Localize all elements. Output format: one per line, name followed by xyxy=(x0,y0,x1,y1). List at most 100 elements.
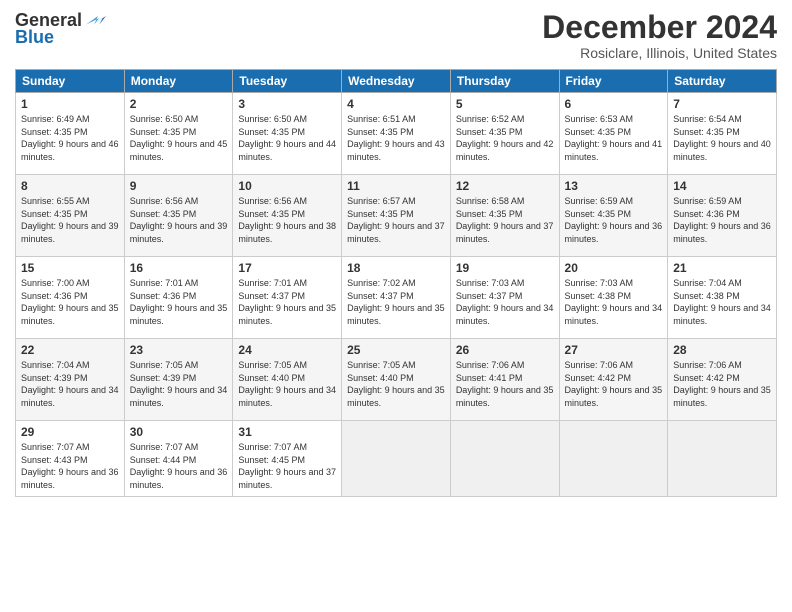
day-number: 16 xyxy=(130,261,228,275)
day-info: Sunrise: 7:03 AM Sunset: 4:38 PM Dayligh… xyxy=(565,277,663,327)
day-number: 24 xyxy=(238,343,336,357)
calendar-cell: 2 Sunrise: 6:50 AM Sunset: 4:35 PM Dayli… xyxy=(124,93,233,175)
sunrise-label: Sunrise: 6:59 AM xyxy=(565,196,634,206)
sunrise-label: Sunrise: 6:54 AM xyxy=(673,114,742,124)
day-info: Sunrise: 7:04 AM Sunset: 4:38 PM Dayligh… xyxy=(673,277,771,327)
day-number: 29 xyxy=(21,425,119,439)
daylight-label: Daylight: 9 hours and 46 minutes. xyxy=(21,139,119,162)
sunset-label: Sunset: 4:40 PM xyxy=(347,373,414,383)
sunrise-label: Sunrise: 7:01 AM xyxy=(130,278,199,288)
day-number: 14 xyxy=(673,179,771,193)
calendar-cell: 23 Sunrise: 7:05 AM Sunset: 4:39 PM Dayl… xyxy=(124,339,233,421)
day-info: Sunrise: 6:57 AM Sunset: 4:35 PM Dayligh… xyxy=(347,195,445,245)
sunset-label: Sunset: 4:39 PM xyxy=(130,373,197,383)
day-info: Sunrise: 7:03 AM Sunset: 4:37 PM Dayligh… xyxy=(456,277,554,327)
sunrise-label: Sunrise: 6:55 AM xyxy=(21,196,90,206)
daylight-label: Daylight: 9 hours and 35 minutes. xyxy=(21,303,119,326)
daylight-label: Daylight: 9 hours and 35 minutes. xyxy=(347,303,445,326)
sunset-label: Sunset: 4:45 PM xyxy=(238,455,305,465)
day-info: Sunrise: 7:01 AM Sunset: 4:37 PM Dayligh… xyxy=(238,277,336,327)
sunset-label: Sunset: 4:42 PM xyxy=(565,373,632,383)
sunrise-label: Sunrise: 7:06 AM xyxy=(456,360,525,370)
title-section: December 2024 Rosiclare, Illinois, Unite… xyxy=(542,10,777,61)
calendar-cell xyxy=(668,421,777,496)
sunrise-label: Sunrise: 7:07 AM xyxy=(130,442,199,452)
daylight-label: Daylight: 9 hours and 37 minutes. xyxy=(456,221,554,244)
sunrise-label: Sunrise: 7:06 AM xyxy=(673,360,742,370)
daylight-label: Daylight: 9 hours and 35 minutes. xyxy=(673,385,771,408)
calendar-cell: 21 Sunrise: 7:04 AM Sunset: 4:38 PM Dayl… xyxy=(668,257,777,339)
sunrise-label: Sunrise: 7:02 AM xyxy=(347,278,416,288)
calendar-cell: 20 Sunrise: 7:03 AM Sunset: 4:38 PM Dayl… xyxy=(559,257,668,339)
day-info: Sunrise: 7:07 AM Sunset: 4:44 PM Dayligh… xyxy=(130,441,228,491)
day-number: 13 xyxy=(565,179,663,193)
sunset-label: Sunset: 4:37 PM xyxy=(347,291,414,301)
daylight-label: Daylight: 9 hours and 40 minutes. xyxy=(673,139,771,162)
day-info: Sunrise: 6:54 AM Sunset: 4:35 PM Dayligh… xyxy=(673,113,771,163)
sunrise-label: Sunrise: 7:04 AM xyxy=(673,278,742,288)
logo: General Blue xyxy=(15,10,106,48)
day-number: 31 xyxy=(238,425,336,439)
daylight-label: Daylight: 9 hours and 36 minutes. xyxy=(21,467,119,490)
day-info: Sunrise: 6:58 AM Sunset: 4:35 PM Dayligh… xyxy=(456,195,554,245)
day-number: 30 xyxy=(130,425,228,439)
calendar-cell: 11 Sunrise: 6:57 AM Sunset: 4:35 PM Dayl… xyxy=(342,175,451,257)
daylight-label: Daylight: 9 hours and 34 minutes. xyxy=(21,385,119,408)
daylight-label: Daylight: 9 hours and 38 minutes. xyxy=(238,221,336,244)
day-info: Sunrise: 6:53 AM Sunset: 4:35 PM Dayligh… xyxy=(565,113,663,163)
day-number: 4 xyxy=(347,97,445,111)
daylight-label: Daylight: 9 hours and 35 minutes. xyxy=(238,303,336,326)
daylight-label: Daylight: 9 hours and 36 minutes. xyxy=(673,221,771,244)
daylight-label: Daylight: 9 hours and 39 minutes. xyxy=(21,221,119,244)
day-number: 7 xyxy=(673,97,771,111)
calendar-cell: 1 Sunrise: 6:49 AM Sunset: 4:35 PM Dayli… xyxy=(16,93,125,175)
sunrise-label: Sunrise: 6:52 AM xyxy=(456,114,525,124)
day-number: 3 xyxy=(238,97,336,111)
col-header-sunday: Sunday xyxy=(16,70,125,93)
daylight-label: Daylight: 9 hours and 44 minutes. xyxy=(238,139,336,162)
header: General Blue December 2024 Rosiclare, Il… xyxy=(15,10,777,61)
day-number: 10 xyxy=(238,179,336,193)
sunrise-label: Sunrise: 6:50 AM xyxy=(130,114,199,124)
col-header-friday: Friday xyxy=(559,70,668,93)
subtitle: Rosiclare, Illinois, United States xyxy=(542,45,777,61)
calendar-cell: 9 Sunrise: 6:56 AM Sunset: 4:35 PM Dayli… xyxy=(124,175,233,257)
day-number: 1 xyxy=(21,97,119,111)
sunrise-label: Sunrise: 7:05 AM xyxy=(130,360,199,370)
daylight-label: Daylight: 9 hours and 34 minutes. xyxy=(456,303,554,326)
sunset-label: Sunset: 4:40 PM xyxy=(238,373,305,383)
calendar-cell: 31 Sunrise: 7:07 AM Sunset: 4:45 PM Dayl… xyxy=(233,421,342,496)
sunrise-label: Sunrise: 7:07 AM xyxy=(21,442,90,452)
day-info: Sunrise: 6:50 AM Sunset: 4:35 PM Dayligh… xyxy=(238,113,336,163)
logo-blue-text: Blue xyxy=(15,27,54,48)
day-number: 22 xyxy=(21,343,119,357)
calendar-cell: 29 Sunrise: 7:07 AM Sunset: 4:43 PM Dayl… xyxy=(16,421,125,496)
calendar-cell: 30 Sunrise: 7:07 AM Sunset: 4:44 PM Dayl… xyxy=(124,421,233,496)
calendar-cell: 10 Sunrise: 6:56 AM Sunset: 4:35 PM Dayl… xyxy=(233,175,342,257)
calendar-cell: 7 Sunrise: 6:54 AM Sunset: 4:35 PM Dayli… xyxy=(668,93,777,175)
day-number: 26 xyxy=(456,343,554,357)
sunset-label: Sunset: 4:35 PM xyxy=(673,127,740,137)
calendar-cell xyxy=(450,421,559,496)
calendar-cell: 22 Sunrise: 7:04 AM Sunset: 4:39 PM Dayl… xyxy=(16,339,125,421)
sunset-label: Sunset: 4:37 PM xyxy=(456,291,523,301)
daylight-label: Daylight: 9 hours and 34 minutes. xyxy=(238,385,336,408)
calendar-cell: 15 Sunrise: 7:00 AM Sunset: 4:36 PM Dayl… xyxy=(16,257,125,339)
daylight-label: Daylight: 9 hours and 34 minutes. xyxy=(673,303,771,326)
day-number: 25 xyxy=(347,343,445,357)
sunset-label: Sunset: 4:43 PM xyxy=(21,455,88,465)
sunrise-label: Sunrise: 6:56 AM xyxy=(238,196,307,206)
sunrise-label: Sunrise: 7:06 AM xyxy=(565,360,634,370)
sunset-label: Sunset: 4:35 PM xyxy=(238,127,305,137)
sunset-label: Sunset: 4:35 PM xyxy=(347,127,414,137)
day-info: Sunrise: 7:02 AM Sunset: 4:37 PM Dayligh… xyxy=(347,277,445,327)
sunset-label: Sunset: 4:35 PM xyxy=(238,209,305,219)
day-info: Sunrise: 7:06 AM Sunset: 4:42 PM Dayligh… xyxy=(673,359,771,409)
day-info: Sunrise: 6:56 AM Sunset: 4:35 PM Dayligh… xyxy=(238,195,336,245)
day-info: Sunrise: 7:05 AM Sunset: 4:40 PM Dayligh… xyxy=(347,359,445,409)
day-info: Sunrise: 7:06 AM Sunset: 4:42 PM Dayligh… xyxy=(565,359,663,409)
calendar-cell: 13 Sunrise: 6:59 AM Sunset: 4:35 PM Dayl… xyxy=(559,175,668,257)
sunset-label: Sunset: 4:35 PM xyxy=(130,209,197,219)
day-info: Sunrise: 7:00 AM Sunset: 4:36 PM Dayligh… xyxy=(21,277,119,327)
daylight-label: Daylight: 9 hours and 41 minutes. xyxy=(565,139,663,162)
